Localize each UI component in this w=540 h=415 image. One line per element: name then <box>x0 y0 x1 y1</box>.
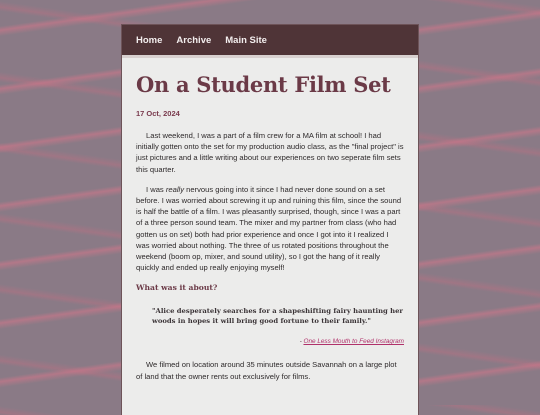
nav-main-site-link[interactable]: Main Site <box>225 35 267 46</box>
section-heading: What was it about? <box>136 283 218 293</box>
post-title: On a Student Film Set <box>136 72 391 97</box>
instagram-link[interactable]: One Less Mouth to Feed Instagram <box>303 338 404 345</box>
top-nav: Home Archive Main Site <box>122 25 418 58</box>
paragraph-2-start: I was <box>146 184 166 194</box>
blog-container: Home Archive Main Site On a Student Film… <box>122 25 418 415</box>
paragraph-1: Last weekend, I was a part of a film cre… <box>136 131 404 174</box>
paragraph-2-rest: nervous going into it since I had never … <box>136 184 402 273</box>
paragraph-2: I was really nervous going into it since… <box>136 184 404 274</box>
quote-citation: - One Less Mouth to Feed Instagram <box>136 338 404 345</box>
nav-home-link[interactable]: Home <box>136 35 162 46</box>
post-date: 17 Oct, 2024 <box>136 109 180 118</box>
paragraph-2-emphasis: really <box>165 184 184 194</box>
post-content: On a Student Film Set 17 Oct, 2024 Last … <box>122 58 418 382</box>
logline-quote: "Alice desperately searches for a shapes… <box>152 307 404 326</box>
nav-archive-link[interactable]: Archive <box>176 35 211 46</box>
paragraph-3: We filmed on location around 35 minutes … <box>136 360 397 381</box>
